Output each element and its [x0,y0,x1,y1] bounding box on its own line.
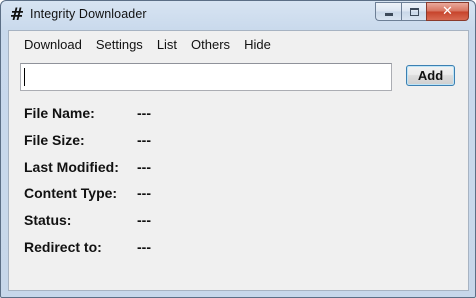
info-row-last-modified: Last Modified: --- [24,157,151,177]
title-bar[interactable]: # Integrity Downloader ✕ [1,1,475,29]
content-type-label: Content Type: [24,185,118,201]
info-row-file-size: File Size: --- [24,130,151,150]
menu-bar: Download Settings List Others Hide [9,31,468,58]
menu-settings[interactable]: Settings [89,31,150,58]
window-title: Integrity Downloader [30,7,147,21]
menu-download[interactable]: Download [17,31,89,58]
add-button[interactable]: Add [406,65,455,86]
status-label: Status: [24,212,72,228]
redirect-to-value: --- [137,239,151,255]
info-row-file-name: File Name: --- [24,103,151,123]
file-size-label: File Size: [24,132,85,148]
file-size-value: --- [137,132,151,148]
url-input[interactable] [20,63,392,91]
info-row-content-type: Content Type: --- [24,183,151,203]
close-icon: ✕ [442,4,453,19]
menu-hide[interactable]: Hide [237,31,278,58]
content-type-value: --- [137,185,151,201]
status-value: --- [137,212,151,228]
maximize-icon [409,7,419,16]
last-modified-label: Last Modified: [24,159,119,175]
minimize-icon [384,13,393,16]
hash-icon[interactable]: # [9,6,25,24]
last-modified-value: --- [137,159,151,175]
menu-list[interactable]: List [150,31,184,58]
maximize-button[interactable] [401,2,426,21]
close-button[interactable]: ✕ [426,2,469,21]
minimize-button[interactable] [375,2,401,21]
client-area: Download Settings List Others Hide Add F… [8,30,469,291]
file-name-value: --- [137,105,151,121]
file-name-label: File Name: [24,105,95,121]
redirect-to-label: Redirect to: [24,239,102,255]
info-row-status: Status: --- [24,210,151,230]
window-controls: ✕ [375,2,469,21]
info-row-redirect: Redirect to: --- [24,237,151,257]
app-window: # Integrity Downloader ✕ Download Settin… [0,0,476,298]
text-caret [24,68,25,86]
menu-others[interactable]: Others [184,31,237,58]
